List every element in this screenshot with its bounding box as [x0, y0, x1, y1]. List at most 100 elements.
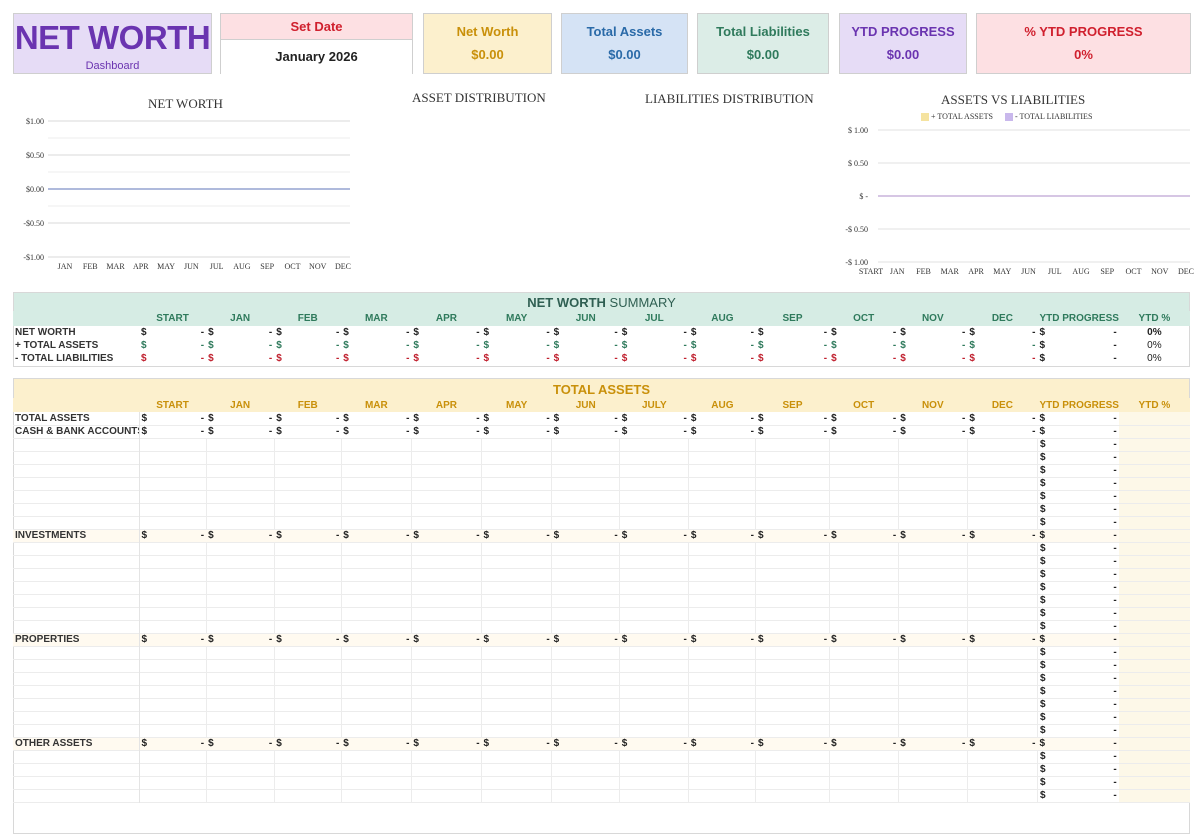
entry-cell[interactable] — [688, 477, 757, 490]
entry-cell[interactable] — [688, 789, 757, 802]
entry-label-cell[interactable] — [13, 698, 140, 711]
entry-cell[interactable] — [688, 451, 757, 464]
entry-cell[interactable] — [206, 672, 275, 685]
entry-cell[interactable] — [551, 659, 621, 672]
entry-cell[interactable] — [551, 503, 621, 516]
entry-cell[interactable] — [206, 659, 275, 672]
entry-cell[interactable] — [481, 789, 553, 802]
entry-cell[interactable] — [551, 464, 621, 477]
entry-cell[interactable] — [411, 542, 483, 555]
entry-cell[interactable] — [411, 711, 483, 724]
entry-cell[interactable] — [206, 542, 275, 555]
entry-cell[interactable] — [481, 438, 553, 451]
entry-cell[interactable] — [274, 789, 342, 802]
entry-cell[interactable] — [619, 555, 690, 568]
entry-cell[interactable] — [274, 490, 342, 503]
entry-cell[interactable] — [139, 568, 207, 581]
entry-cell[interactable] — [755, 464, 830, 477]
entry-cell[interactable] — [206, 685, 275, 698]
entry-cell[interactable] — [898, 464, 968, 477]
entry-cell[interactable] — [898, 542, 968, 555]
entry-cell[interactable] — [688, 542, 757, 555]
entry-cell[interactable] — [898, 568, 968, 581]
entry-cell[interactable] — [967, 581, 1038, 594]
entry-cell[interactable] — [481, 711, 553, 724]
entry-cell[interactable] — [274, 568, 342, 581]
entry-label-cell[interactable] — [13, 568, 140, 581]
entry-cell[interactable] — [619, 763, 690, 776]
entry-cell[interactable] — [619, 750, 690, 763]
entry-cell[interactable] — [341, 542, 412, 555]
entry-cell[interactable] — [206, 698, 275, 711]
entry-cell[interactable] — [829, 594, 899, 607]
entry-cell[interactable] — [551, 789, 621, 802]
entry-cell[interactable] — [206, 438, 275, 451]
entry-row[interactable]: $ - — [13, 594, 1190, 607]
entry-cell[interactable] — [967, 477, 1038, 490]
entry-cell[interactable] — [551, 711, 621, 724]
entry-row[interactable]: $ - — [13, 724, 1190, 737]
entry-cell[interactable] — [829, 776, 899, 789]
entry-cell[interactable] — [341, 750, 412, 763]
entry-cell[interactable] — [411, 503, 483, 516]
entry-cell[interactable] — [688, 698, 757, 711]
entry-cell[interactable] — [898, 789, 968, 802]
entry-cell[interactable] — [967, 672, 1038, 685]
entry-cell[interactable] — [755, 503, 830, 516]
entry-cell[interactable] — [755, 789, 830, 802]
entry-cell[interactable] — [206, 490, 275, 503]
entry-cell[interactable] — [755, 607, 830, 620]
entry-cell[interactable] — [551, 724, 621, 737]
entry-row[interactable]: $ - — [13, 620, 1190, 633]
entry-cell[interactable] — [139, 464, 207, 477]
entry-cell[interactable] — [755, 646, 830, 659]
entry-row[interactable]: $ - — [13, 789, 1190, 802]
entry-cell[interactable] — [619, 620, 690, 633]
entry-cell[interactable] — [967, 789, 1038, 802]
entry-cell[interactable] — [898, 698, 968, 711]
entry-cell[interactable] — [755, 659, 830, 672]
entry-cell[interactable] — [139, 672, 207, 685]
entry-cell[interactable] — [898, 685, 968, 698]
entry-cell[interactable] — [139, 724, 207, 737]
entry-cell[interactable] — [551, 763, 621, 776]
entry-cell[interactable] — [206, 711, 275, 724]
entry-cell[interactable] — [898, 555, 968, 568]
entry-cell[interactable] — [274, 711, 342, 724]
entry-cell[interactable] — [829, 750, 899, 763]
entry-cell[interactable] — [206, 477, 275, 490]
entry-cell[interactable] — [481, 698, 553, 711]
entry-cell[interactable] — [829, 672, 899, 685]
entry-cell[interactable] — [755, 724, 830, 737]
entry-label-cell[interactable] — [13, 438, 140, 451]
entry-cell[interactable] — [139, 776, 207, 789]
entry-cell[interactable] — [411, 477, 483, 490]
entry-cell[interactable] — [898, 503, 968, 516]
entry-cell[interactable] — [341, 672, 412, 685]
entry-cell[interactable] — [898, 659, 968, 672]
entry-cell[interactable] — [755, 542, 830, 555]
entry-cell[interactable] — [274, 581, 342, 594]
entry-cell[interactable] — [619, 503, 690, 516]
entry-cell[interactable] — [139, 750, 207, 763]
entry-cell[interactable] — [688, 672, 757, 685]
entry-cell[interactable] — [829, 711, 899, 724]
entry-cell[interactable] — [274, 620, 342, 633]
entry-cell[interactable] — [829, 451, 899, 464]
entry-cell[interactable] — [688, 763, 757, 776]
entry-cell[interactable] — [619, 438, 690, 451]
entry-cell[interactable] — [274, 750, 342, 763]
entry-cell[interactable] — [755, 516, 830, 529]
entry-cell[interactable] — [688, 646, 757, 659]
entry-cell[interactable] — [688, 607, 757, 620]
entry-label-cell[interactable] — [13, 789, 140, 802]
entry-cell[interactable] — [411, 490, 483, 503]
entry-cell[interactable] — [341, 763, 412, 776]
entry-cell[interactable] — [411, 724, 483, 737]
entry-cell[interactable] — [829, 516, 899, 529]
entry-label-cell[interactable] — [13, 516, 140, 529]
entry-cell[interactable] — [139, 477, 207, 490]
entry-cell[interactable] — [139, 581, 207, 594]
entry-cell[interactable] — [898, 672, 968, 685]
entry-cell[interactable] — [206, 568, 275, 581]
